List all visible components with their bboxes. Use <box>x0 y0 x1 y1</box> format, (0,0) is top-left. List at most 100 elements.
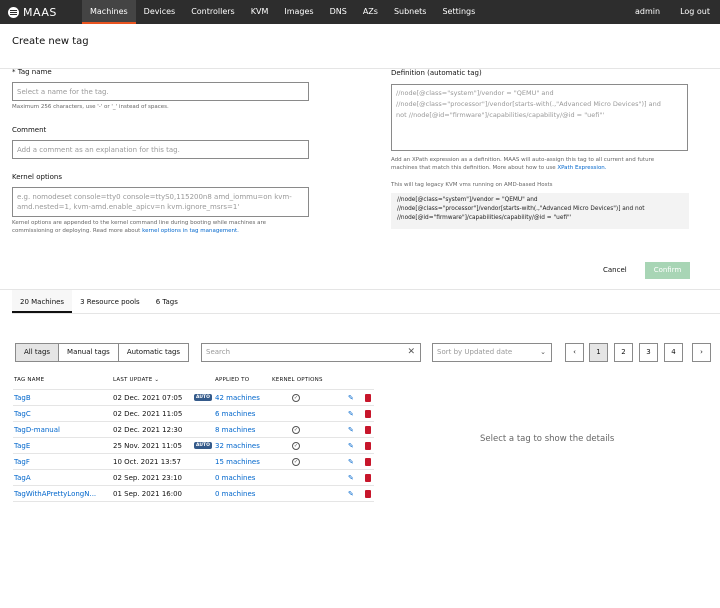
cancel-button[interactable]: Cancel <box>603 266 627 274</box>
edit-icon[interactable]: ✎ <box>348 490 354 498</box>
page-button-3[interactable]: 3 <box>639 343 658 362</box>
table-row[interactable]: TagE 25 Nov. 2021 11:05 AUTO 32 machines ✓ ✎ <box>13 438 374 454</box>
kernel-options-check-icon: ✓ <box>292 458 300 466</box>
sort-select[interactable]: Sort by Updated date ⌄ <box>432 343 552 362</box>
delete-icon[interactable] <box>365 490 371 498</box>
page-button-2[interactable]: 2 <box>614 343 633 362</box>
tab-machines[interactable]: 20 Machines <box>12 290 73 313</box>
delete-icon[interactable] <box>365 410 371 418</box>
comment-label: Comment <box>12 126 47 134</box>
nav-subnets[interactable]: Subnets <box>386 0 435 24</box>
tag-name-link[interactable]: TagB <box>14 394 31 402</box>
chevron-left-icon: ‹ <box>573 348 576 356</box>
delete-icon[interactable] <box>365 442 371 450</box>
nav-settings[interactable]: Settings <box>434 0 483 24</box>
kernel-options-placeholder: e.g. nomodeset console=tty0 console=ttyS… <box>17 193 292 201</box>
sort-chevron-icon: ⌄ <box>154 377 160 383</box>
tag-name-link[interactable]: TagWithAPrettyLongN... <box>14 490 96 498</box>
nav-machines[interactable]: Machines <box>82 0 136 24</box>
brand-name: MAAS <box>23 5 57 19</box>
auto-badge: AUTO <box>194 442 212 449</box>
applied-to-link[interactable]: 6 machines <box>215 410 255 418</box>
confirm-button[interactable]: Confirm <box>645 262 690 279</box>
column-header-kernel-options[interactable]: KERNEL OPTIONS <box>272 377 323 383</box>
applied-to-link[interactable]: 42 machines <box>215 394 260 402</box>
filter-all-tags[interactable]: All tags <box>16 344 60 361</box>
page-button-1[interactable]: 1 <box>589 343 608 362</box>
applied-to-link[interactable]: 32 machines <box>215 442 260 450</box>
page-button-4[interactable]: 4 <box>664 343 683 362</box>
search-input[interactable]: Search ✕ <box>201 343 421 362</box>
applied-to-link[interactable]: 15 machines <box>215 458 260 466</box>
last-update: 10 Oct. 2021 13:57 <box>113 458 181 466</box>
tab-resource-pools[interactable]: 3 Resource pools <box>72 290 148 313</box>
definition-hint: Add an XPath expression as a definition.… <box>391 156 654 172</box>
nav-devices[interactable]: Devices <box>136 0 184 24</box>
delete-icon[interactable] <box>365 426 371 434</box>
definition-placeholder-line: //node[@class="processor"]/vendor[starts… <box>396 100 661 108</box>
nav-controllers[interactable]: Controllers <box>183 0 243 24</box>
prev-page-button[interactable]: ‹ <box>565 343 584 362</box>
edit-icon[interactable]: ✎ <box>348 410 354 418</box>
edit-icon[interactable]: ✎ <box>348 458 354 466</box>
xpath-docs-link[interactable]: XPath Expression. <box>557 165 606 171</box>
kernel-options-input[interactable]: e.g. nomodeset console=tty0 console=ttyS… <box>12 187 309 217</box>
last-update: 02 Sep. 2021 23:10 <box>113 474 182 482</box>
definition-hint-line: machines that match this definition. Mor… <box>391 165 558 171</box>
nav-logout[interactable]: Log out <box>670 0 720 24</box>
definition-input[interactable]: //node[@class="system"]/vendor = "QEMU" … <box>391 84 688 151</box>
edit-icon[interactable]: ✎ <box>348 426 354 434</box>
table-row[interactable]: TagF 10 Oct. 2021 13:57 15 machines ✓ ✎ <box>13 454 374 470</box>
kernel-options-check-icon: ✓ <box>292 426 300 434</box>
maas-logo[interactable]: MAAS <box>8 6 82 19</box>
chevron-down-icon: ⌄ <box>540 348 546 356</box>
table-row[interactable]: TagWithAPrettyLongN... 01 Sep. 2021 16:00… <box>13 486 374 502</box>
definition-placeholder-line: //node[@class="system"]/vendor = "QEMU" … <box>396 89 554 97</box>
next-page-button[interactable]: › <box>692 343 711 362</box>
delete-icon[interactable] <box>365 474 371 482</box>
edit-icon[interactable]: ✎ <box>348 442 354 450</box>
nav-images[interactable]: Images <box>276 0 321 24</box>
kernel-options-docs-link[interactable]: kernel options in tag management. <box>142 228 239 234</box>
tag-name-input[interactable]: Select a name for the tag. <box>12 82 309 101</box>
definition-hint-line: Add an XPath expression as a definition.… <box>391 157 655 163</box>
applied-to-link[interactable]: 8 machines <box>215 426 255 434</box>
clear-search-icon[interactable]: ✕ <box>407 344 415 361</box>
delete-icon[interactable] <box>365 458 371 466</box>
comment-input[interactable]: Add a comment as an explanation for this… <box>12 140 309 159</box>
kernel-options-hint: Kernel options are appended to the kerne… <box>12 219 266 235</box>
tag-name-link[interactable]: TagE <box>14 442 30 450</box>
nav-dns[interactable]: DNS <box>322 0 355 24</box>
last-update: 01 Sep. 2021 16:00 <box>113 490 182 498</box>
code-line: //node[@class="system"]/vendor = "QEMU" … <box>397 197 538 203</box>
definition-label: Definition (automatic tag) <box>391 69 482 77</box>
tag-name-link[interactable]: TagC <box>14 410 31 418</box>
column-header-last-update[interactable]: LAST UPDATE ⌄ <box>113 377 159 383</box>
top-navigation: MAAS Machines Devices Controllers KVM Im… <box>0 0 720 24</box>
nav-user[interactable]: admin <box>625 0 670 24</box>
applied-to-link[interactable]: 0 machines <box>215 474 255 482</box>
column-header-applied-to[interactable]: APPLIED TO <box>215 377 249 383</box>
tag-name-hint: Maximum 256 characters, use '-' or '_' i… <box>12 104 169 110</box>
table-row[interactable]: TagB 02 Dec. 2021 07:05 AUTO 42 machines ✓ ✎ <box>13 390 374 406</box>
nav-azs[interactable]: AZs <box>355 0 386 24</box>
edit-icon[interactable]: ✎ <box>348 394 354 402</box>
applied-to-link[interactable]: 0 machines <box>215 490 255 498</box>
table-row[interactable]: TagA 02 Sep. 2021 23:10 0 machines ✎ <box>13 470 374 486</box>
tag-name-link[interactable]: TagD-manual <box>14 426 60 434</box>
tag-name-link[interactable]: TagF <box>14 458 30 466</box>
edit-icon[interactable]: ✎ <box>348 474 354 482</box>
details-empty-message: Select a tag to show the details <box>480 434 615 444</box>
filter-automatic-tags[interactable]: Automatic tags <box>119 344 188 361</box>
table-row[interactable]: TagC 02 Dec. 2021 11:05 6 machines ✎ <box>13 406 374 422</box>
last-update: 02 Dec. 2021 07:05 <box>113 394 183 402</box>
tag-name-link[interactable]: TagA <box>14 474 31 482</box>
kernel-options-label: Kernel options <box>12 173 62 181</box>
table-row[interactable]: TagD-manual 02 Dec. 2021 12:30 8 machines ✓… <box>13 422 374 438</box>
filter-manual-tags[interactable]: Manual tags <box>59 344 119 361</box>
nav-kvm[interactable]: KVM <box>243 0 277 24</box>
tag-filter-segmented: All tags Manual tags Automatic tags <box>15 343 190 362</box>
column-header-tag-name[interactable]: TAG NAME <box>14 377 44 383</box>
delete-icon[interactable] <box>365 394 371 402</box>
tab-tags[interactable]: 6 Tags <box>148 290 186 313</box>
